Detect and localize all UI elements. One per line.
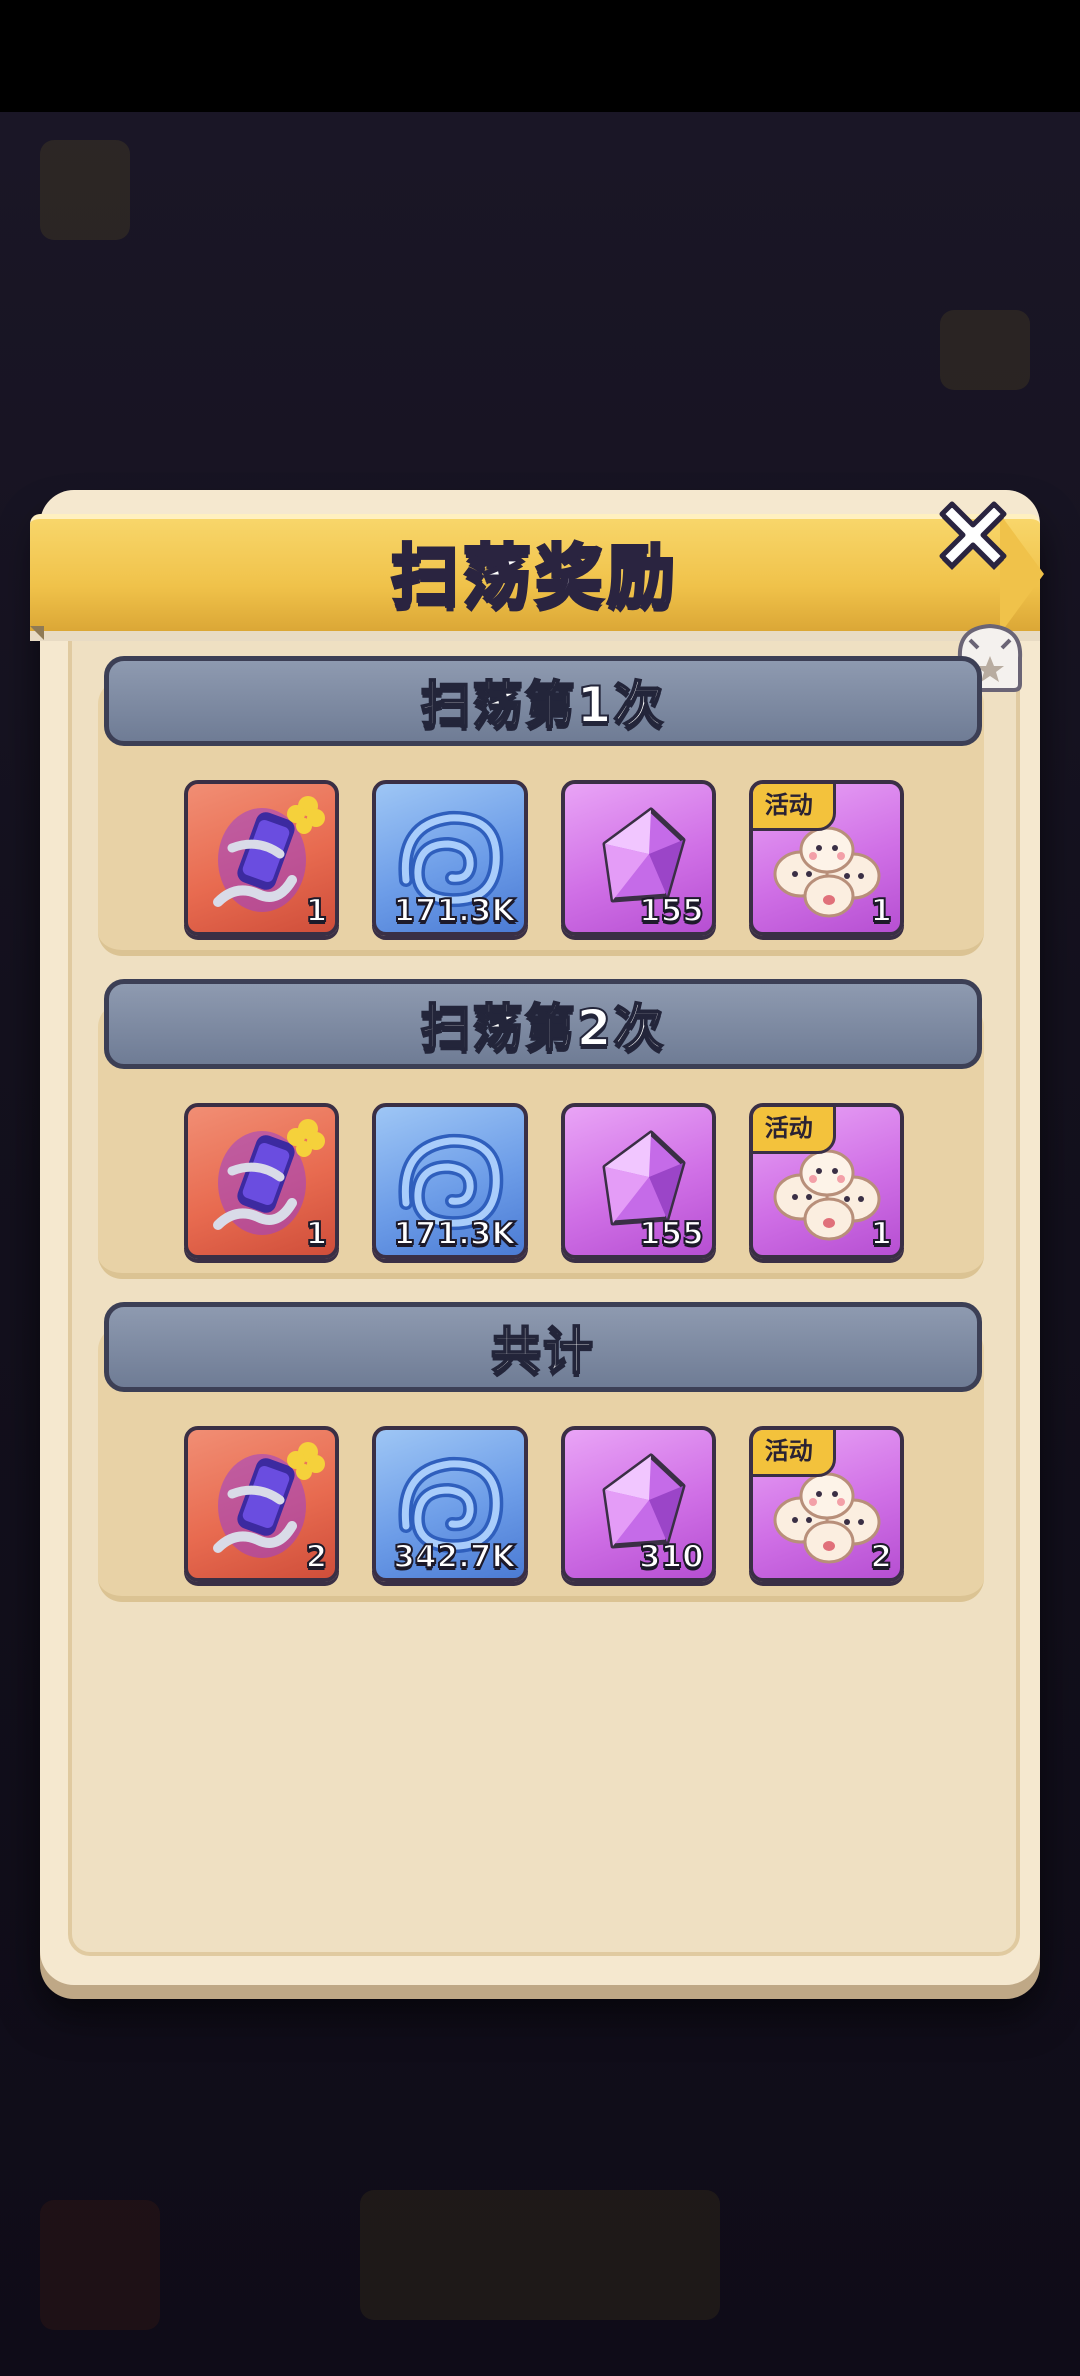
reward-item-list: 1 171.3K 155 活动 1 — [184, 1103, 904, 1259]
close-icon — [939, 501, 1007, 570]
sweep-section-1: 扫荡第1次 1 171.3K 155 活动 1 — [98, 656, 984, 956]
reward-item[interactable]: 活动 1 — [748, 780, 904, 936]
section-header: 共计 — [104, 1302, 982, 1392]
section-header: 扫荡第2次 — [104, 979, 982, 1069]
reward-item[interactable]: 171.3K — [372, 780, 528, 936]
background-decor — [940, 310, 1030, 390]
sweep-section-2: 扫荡第2次 1 171.3K 155 活动 1 — [98, 979, 984, 1279]
reward-item[interactable]: 活动 1 — [748, 1103, 904, 1259]
item-quantity: 1 — [869, 1215, 893, 1253]
reward-item[interactable]: 310 — [560, 1426, 716, 1582]
status-bar — [0, 0, 1080, 112]
background-decor — [40, 2200, 160, 2330]
item-quantity: 171.3K — [392, 1215, 516, 1253]
background-decor — [40, 140, 130, 240]
reward-item[interactable]: 2 — [184, 1426, 340, 1582]
item-quantity: 171.3K — [392, 892, 516, 930]
total-section: 共计 2 342.7K 310 活动 2 — [98, 1302, 984, 1602]
item-quantity: 310 — [638, 1538, 705, 1576]
background-decor — [360, 2190, 720, 2320]
reward-item[interactable]: 活动 2 — [748, 1426, 904, 1582]
reward-item-list: 1 171.3K 155 活动 1 — [184, 780, 904, 936]
dialog-title: 扫荡奖励 — [389, 536, 679, 618]
item-quantity: 155 — [638, 1215, 705, 1253]
item-quantity: 342.7K — [392, 1538, 516, 1576]
reward-item[interactable]: 155 — [560, 1103, 716, 1259]
reward-item-list: 2 342.7K 310 活动 2 — [184, 1426, 904, 1582]
reward-item[interactable]: 1 — [184, 1103, 340, 1259]
item-quantity: 1 — [305, 892, 329, 930]
reward-item[interactable]: 155 — [560, 780, 716, 936]
banner-fold — [30, 626, 44, 640]
item-quantity: 155 — [638, 892, 705, 930]
item-quantity: 1 — [869, 892, 893, 930]
item-quantity: 2 — [305, 1538, 329, 1576]
reward-item[interactable]: 342.7K — [372, 1426, 528, 1582]
reward-item[interactable]: 1 — [184, 780, 340, 936]
event-tag: 活动 — [752, 784, 836, 831]
close-button[interactable] — [928, 490, 1018, 580]
event-tag: 活动 — [752, 1430, 836, 1477]
item-quantity: 1 — [305, 1215, 329, 1253]
item-quantity: 2 — [869, 1538, 893, 1576]
event-tag: 活动 — [752, 1107, 836, 1154]
section-header: 扫荡第1次 — [104, 656, 982, 746]
reward-item[interactable]: 171.3K — [372, 1103, 528, 1259]
